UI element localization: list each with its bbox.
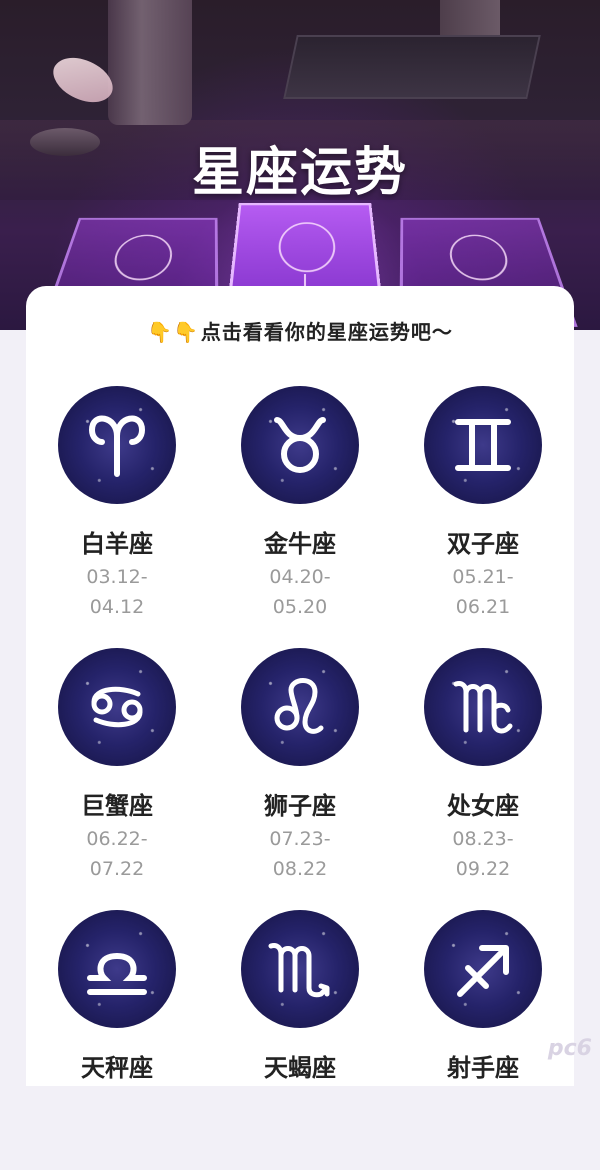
card-emblem-icon xyxy=(109,234,175,281)
hero-glass xyxy=(108,0,192,125)
zodiac-item-leo[interactable]: 狮子座 07.23- 08.22 xyxy=(209,648,391,908)
zodiac-name: 射手座 xyxy=(447,1054,519,1082)
zodiac-panel: 👇👇 点击看看你的星座运势吧～ 白羊座 03.12- 04.12 金牛座 04.… xyxy=(26,286,574,1086)
zodiac-dates: 05.21- 06.21 xyxy=(392,562,574,622)
zodiac-item-virgo[interactable]: 处女座 08.23- 09.22 xyxy=(392,648,574,908)
zodiac-item-taurus[interactable]: 金牛座 04.20- 05.20 xyxy=(209,386,391,646)
zodiac-dates: 07.23- 08.22 xyxy=(209,824,391,884)
zodiac-dates: 04.20- 05.20 xyxy=(209,562,391,622)
virgo-icon[interactable] xyxy=(424,648,542,766)
page-title: 星座运势 xyxy=(191,143,408,203)
taurus-icon[interactable] xyxy=(241,386,359,504)
aries-icon[interactable] xyxy=(58,386,176,504)
watermark-logo: pc6 xyxy=(547,1036,592,1061)
zodiac-item-cancer[interactable]: 巨蟹座 06.22- 07.22 xyxy=(26,648,208,908)
date-start: 08.23- xyxy=(452,828,514,850)
sagittarius-icon[interactable] xyxy=(424,910,542,1028)
hero-book xyxy=(283,35,541,99)
date-start: 05.21- xyxy=(452,566,514,588)
date-end: 05.20 xyxy=(272,596,328,618)
zodiac-item-sagittarius[interactable]: 射手座 xyxy=(392,910,574,1170)
zodiac-name: 狮子座 xyxy=(264,792,336,820)
card-emblem-icon xyxy=(277,222,337,273)
gemini-icon[interactable] xyxy=(424,386,542,504)
date-end: 08.22 xyxy=(272,858,328,880)
leo-icon[interactable] xyxy=(241,648,359,766)
zodiac-dates: 03.12- 04.12 xyxy=(26,562,208,622)
zodiac-name: 天蝎座 xyxy=(264,1054,336,1082)
date-start: 07.23- xyxy=(269,828,331,850)
zodiac-item-libra[interactable]: 天秤座 xyxy=(26,910,208,1170)
zodiac-item-gemini[interactable]: 双子座 05.21- 06.21 xyxy=(392,386,574,646)
zodiac-name: 天秤座 xyxy=(81,1054,153,1082)
zodiac-name: 处女座 xyxy=(447,792,519,820)
pointing-down-icon: 👇👇 xyxy=(147,320,199,344)
zodiac-item-scorpio[interactable]: 天蝎座 xyxy=(209,910,391,1170)
zodiac-dates: 08.23- 09.22 xyxy=(392,824,574,884)
zodiac-item-aries[interactable]: 白羊座 03.12- 04.12 xyxy=(26,386,208,646)
hint-text: 👇👇 点击看看你的星座运势吧～ xyxy=(26,316,574,345)
zodiac-name: 金牛座 xyxy=(264,530,336,558)
libra-icon[interactable] xyxy=(58,910,176,1028)
date-end: 09.22 xyxy=(455,858,511,880)
hint-label: 点击看看你的星座运势吧～ xyxy=(200,320,453,344)
scorpio-icon[interactable] xyxy=(241,910,359,1028)
date-end: 06.21 xyxy=(455,596,511,618)
zodiac-name: 白羊座 xyxy=(81,530,153,558)
date-start: 04.20- xyxy=(269,566,331,588)
card-emblem-icon xyxy=(447,234,513,281)
date-end: 04.12 xyxy=(89,596,145,618)
zodiac-name: 双子座 xyxy=(447,530,519,558)
zodiac-name: 巨蟹座 xyxy=(81,792,153,820)
hero-banner: 星座运势 xyxy=(0,0,600,330)
date-start: 03.12- xyxy=(86,566,148,588)
zodiac-dates: 06.22- 07.22 xyxy=(26,824,208,884)
date-start: 06.22- xyxy=(86,828,148,850)
date-end: 07.22 xyxy=(89,858,145,880)
cancer-icon[interactable] xyxy=(58,648,176,766)
